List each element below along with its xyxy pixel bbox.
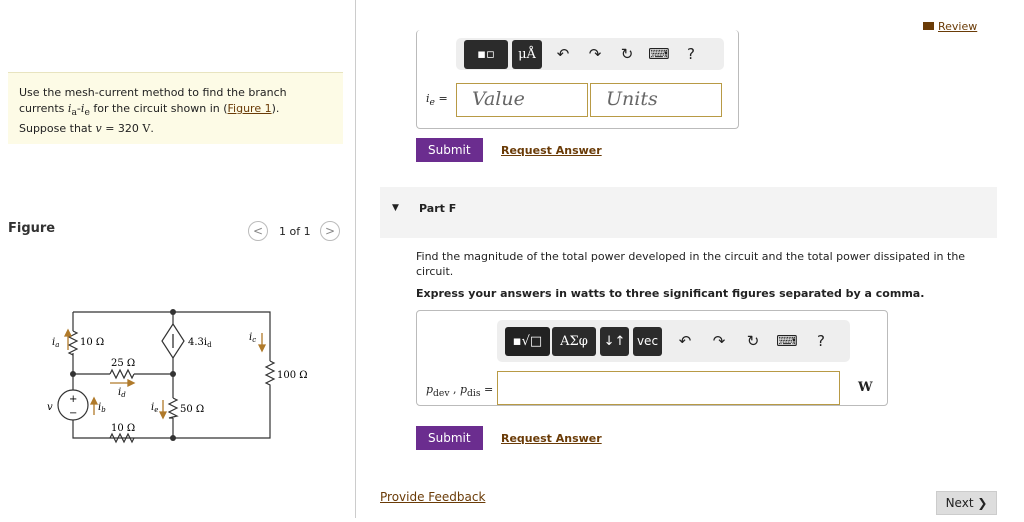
help-icon[interactable]: ?: [810, 332, 832, 350]
label-ia: ia: [52, 337, 59, 349]
part-f-instruction: Express your answers in watts to three s…: [416, 287, 925, 300]
label-10-ohm-left: 10 Ω: [80, 337, 104, 348]
provide-feedback-link[interactable]: Provide Feedback: [380, 490, 485, 504]
units-input[interactable]: Units: [590, 83, 722, 117]
value-input[interactable]: Value: [456, 83, 588, 117]
keyboard-icon[interactable]: ⌨: [648, 45, 670, 63]
redo-icon[interactable]: ↷: [584, 45, 606, 63]
resistor-100: [264, 360, 276, 386]
resistor-10-bottom: [109, 432, 135, 444]
greek-button[interactable]: ΑΣφ: [552, 326, 596, 356]
part-f-request-answer-link[interactable]: Request Answer: [501, 432, 602, 445]
next-figure-button[interactable]: >: [320, 221, 340, 241]
part-f-toolbar: ▪√□ ΑΣφ ↓↑ vec ↶ ↷ ↻ ⌨ ?: [497, 320, 850, 362]
help-icon[interactable]: ?: [680, 45, 702, 63]
book-icon: [923, 22, 934, 30]
reset-icon[interactable]: ↻: [616, 45, 638, 63]
problem-line-1: Use the mesh-current method to find the …: [19, 86, 287, 99]
resistor-25: [109, 368, 135, 380]
prev-figure-button[interactable]: <: [248, 221, 268, 241]
part-e-request-answer-link[interactable]: Request Answer: [501, 144, 602, 157]
problem-line-3: Suppose that v = 320 V.: [19, 122, 154, 136]
figure-heading: Figure: [8, 221, 56, 236]
label-ib: ib: [98, 402, 106, 414]
label-v: v: [47, 402, 53, 413]
panel-divider: [355, 0, 356, 518]
part-e-toolbar: ▪▫ μÅ ↶ ↷ ↻ ⌨ ?: [456, 38, 724, 70]
part-f-submit-button[interactable]: Submit: [416, 426, 483, 450]
redo-icon[interactable]: ↷: [708, 332, 730, 350]
vector-button[interactable]: vec: [633, 326, 662, 356]
power-label: pdev , pdis =: [426, 383, 494, 400]
problem-statement: Use the mesh-current method to find the …: [8, 72, 343, 144]
label-id: id: [118, 387, 126, 399]
label-ie: ie: [151, 402, 158, 414]
label-50-ohm: 50 Ω: [180, 404, 204, 415]
part-f-title: Part F: [419, 202, 457, 215]
ie-label: ie =: [426, 92, 448, 109]
problem-line-2: currents ia-ie for the circuit shown in …: [19, 102, 280, 119]
part-f-question: Find the magnitude of the total power de…: [416, 250, 966, 278]
figure-page: 1 of 1: [279, 225, 311, 238]
templates-button[interactable]: ▪▫: [464, 39, 508, 69]
label-ic: ic: [249, 332, 256, 344]
figure-link[interactable]: Figure 1: [228, 102, 272, 115]
circuit-diagram: 10 Ω 4.3id 25 Ω 100 Ω 50 Ω 10 Ω ia ib ic…: [47, 309, 308, 444]
part-f-header[interactable]: [380, 187, 997, 238]
plus-sign: +: [69, 394, 77, 405]
label-25-ohm: 25 Ω: [111, 358, 135, 369]
reset-icon[interactable]: ↻: [742, 332, 764, 350]
unit-watts: W: [858, 380, 873, 395]
label-10-ohm-bottom: 10 Ω: [111, 423, 135, 434]
label-100-ohm: 100 Ω: [277, 370, 308, 381]
resistor-50: [167, 397, 179, 419]
undo-icon[interactable]: ↶: [552, 45, 574, 63]
templates-button[interactable]: ▪√□: [505, 326, 550, 356]
label-dep-source: 4.3id: [188, 337, 212, 349]
review-label: Review: [938, 20, 978, 33]
review-link[interactable]: Review: [923, 20, 977, 33]
units-button[interactable]: μÅ: [512, 39, 542, 69]
collapse-arrow-icon[interactable]: ▼: [392, 203, 399, 213]
undo-icon[interactable]: ↶: [674, 332, 696, 350]
keyboard-icon[interactable]: ⌨: [776, 332, 798, 350]
arrows-button[interactable]: ↓↑: [600, 326, 629, 356]
power-input[interactable]: [497, 371, 840, 405]
part-e-submit-button[interactable]: Submit: [416, 138, 483, 162]
minus-sign: −: [69, 408, 77, 419]
next-button[interactable]: Next ❯: [936, 491, 997, 515]
